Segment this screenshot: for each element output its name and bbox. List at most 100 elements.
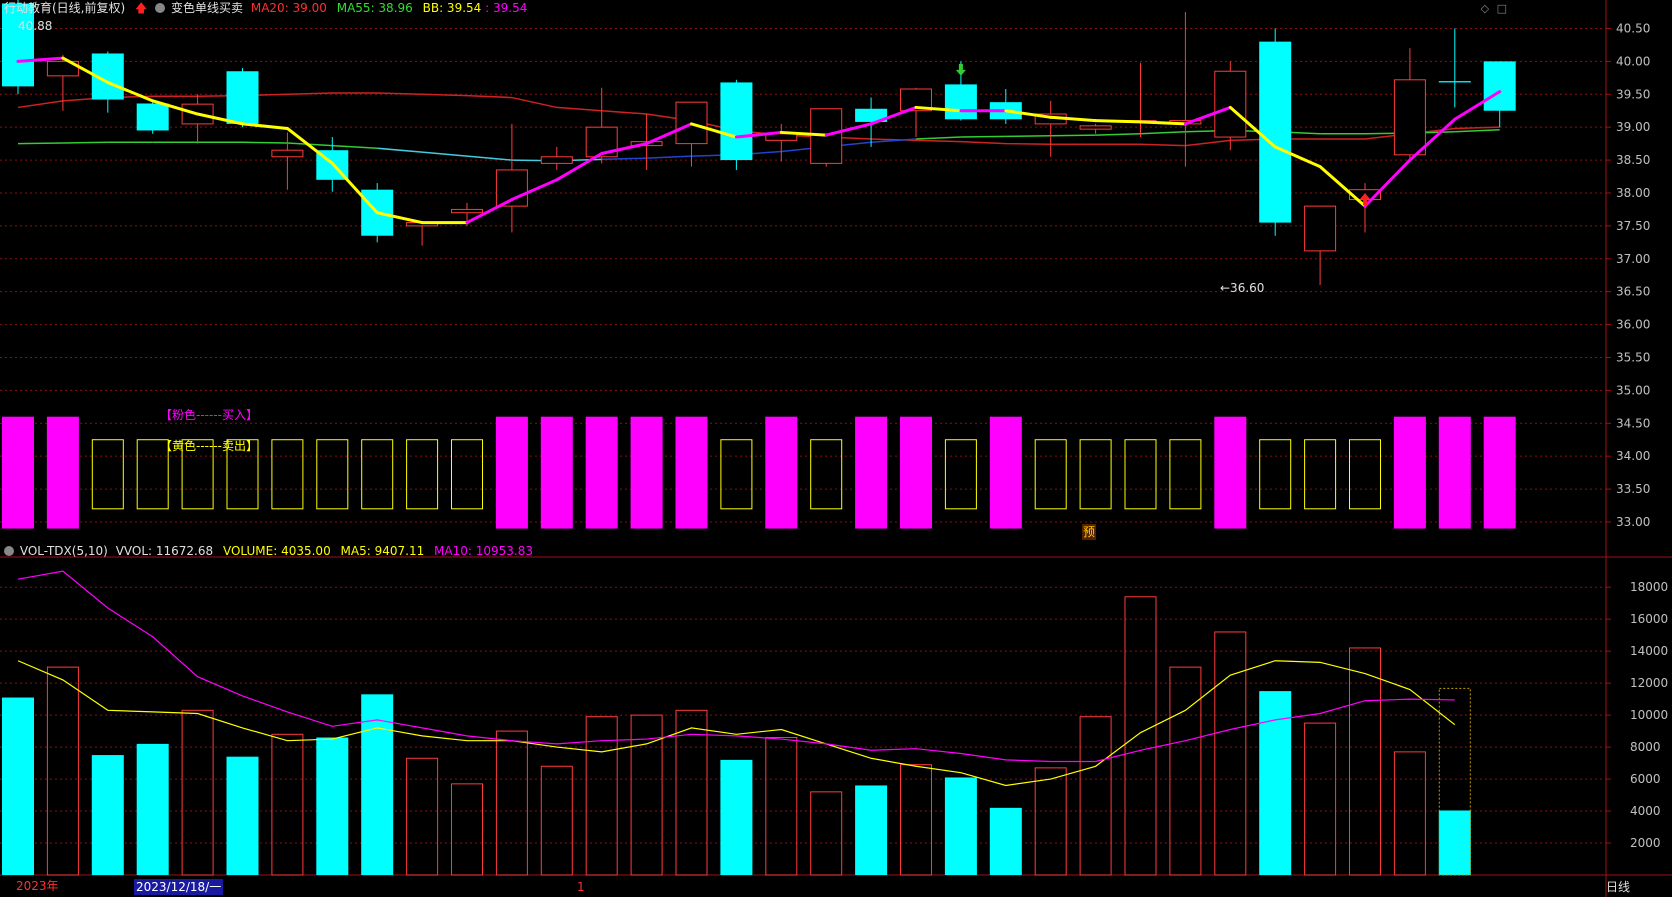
volume-bar-up[interactable] <box>1124 596 1157 876</box>
signal-bar-sell <box>361 439 394 510</box>
volume-value: VOLUME: 4035.00 <box>222 544 331 558</box>
ma55-segment <box>1095 133 1141 136</box>
pre-badge[interactable]: 预 <box>1082 524 1097 540</box>
legend-pink-buy: 【粉色------买入】 <box>160 407 258 423</box>
bb-segment <box>1139 120 1187 126</box>
volume-bar-up[interactable] <box>1304 722 1337 876</box>
ma55-segment <box>646 155 692 159</box>
candle-body-up[interactable] <box>1304 205 1337 252</box>
bb-segment <box>1094 119 1142 124</box>
signal-bar-sell <box>451 439 483 510</box>
volume-bar-down[interactable] <box>91 755 124 875</box>
candle-body-up[interactable] <box>1079 125 1112 130</box>
volume-bar-down[interactable] <box>316 737 349 875</box>
pre-badge-text: 预 <box>1083 525 1096 539</box>
price-tick-label: 38.50 <box>1616 153 1650 167</box>
dropdown-circle-icon[interactable] <box>155 3 166 13</box>
price-tick-label: 33.00 <box>1616 515 1650 529</box>
ma55-segment <box>1140 131 1186 135</box>
signal-bar-sell <box>316 439 349 510</box>
price-tick-label: 36.00 <box>1616 318 1650 332</box>
high-marker-text: 40.88 <box>18 19 53 33</box>
volume-bar-up[interactable] <box>900 764 932 876</box>
candle-body-up[interactable] <box>540 156 573 164</box>
candle-body-down[interactable] <box>226 71 259 124</box>
volume-bar-up[interactable] <box>1349 647 1381 876</box>
volume-bar-up[interactable] <box>810 791 843 876</box>
price-panel[interactable] <box>2 0 1516 286</box>
bb-value-secondary: : 39.54 <box>485 1 528 15</box>
ma55-segment <box>422 151 468 157</box>
candle-body-up[interactable] <box>451 208 483 214</box>
volume-bar-up[interactable] <box>495 730 528 876</box>
candle-body-down[interactable] <box>1259 41 1292 223</box>
price-tick-label: 33.50 <box>1616 482 1650 496</box>
candle-body-down[interactable] <box>1483 61 1516 111</box>
period-label[interactable]: 日线 <box>1606 879 1630 895</box>
volume-bar-up[interactable] <box>1079 716 1112 876</box>
bb-value: BB: 39.54 <box>422 1 482 15</box>
candle-body-up[interactable] <box>271 149 304 158</box>
volume-bar-up[interactable] <box>1169 666 1202 876</box>
candle-body-down[interactable] <box>136 103 169 131</box>
ma55-segment <box>1454 129 1500 133</box>
volume-bar-down[interactable] <box>136 743 169 875</box>
price-tick-label: 36.50 <box>1616 285 1650 299</box>
volume-bar-up[interactable] <box>765 736 798 876</box>
diamond-icon[interactable]: ◇ <box>1481 2 1489 15</box>
volume-bar-up[interactable] <box>1214 631 1247 876</box>
volume-bar-down[interactable] <box>989 807 1022 875</box>
legend-yellow-sell: 【黄色------卖出】 <box>160 438 258 454</box>
volume-bar-down[interactable] <box>2 697 34 875</box>
candle-body-down[interactable] <box>944 84 977 120</box>
volume-bar-down[interactable] <box>226 756 259 875</box>
volume-bar-up[interactable] <box>1393 751 1426 876</box>
ma55-segment <box>466 155 512 161</box>
volume-tick-label: 4000 <box>1630 804 1661 818</box>
signal-bar-sell <box>1079 439 1112 510</box>
candle-body-down[interactable] <box>720 82 753 161</box>
volume-header: VOL-TDX(5,10) VVOL: 11672.68 VOLUME: 403… <box>4 543 533 559</box>
y-axes: 33.00 33.50 34.00 34.50 35.00 35.50 36.00 36.50… <box>1606 21 1668 850</box>
vol-indicator-name[interactable]: VOL-TDX(5,10) <box>20 544 108 558</box>
signal-bar-buy <box>630 416 663 529</box>
volume-bar-down[interactable] <box>1438 810 1471 875</box>
ma55-segment <box>601 157 647 161</box>
signal-bar-buy <box>855 416 888 529</box>
volume-bar-up[interactable] <box>46 666 79 876</box>
dropdown-circle-icon[interactable] <box>4 546 14 556</box>
indicator-name[interactable]: 变色单线买卖 <box>171 1 243 15</box>
signal-bar-sell <box>944 439 977 510</box>
vol-ma10-line <box>17 570 1455 763</box>
signal-bar-sell <box>91 439 124 510</box>
volume-bar-down[interactable] <box>855 785 888 875</box>
square-icon[interactable]: □ <box>1497 2 1507 15</box>
signal-bar-buy <box>900 416 932 529</box>
volume-bar-down[interactable] <box>720 759 753 875</box>
volume-panel[interactable] <box>2 570 1471 876</box>
bb-segment <box>241 122 289 130</box>
volume-bar-up[interactable] <box>540 765 573 876</box>
volume-tick-label: 8000 <box>1630 740 1661 754</box>
signal-bar-buy <box>540 416 573 529</box>
volume-bar-up[interactable] <box>181 709 214 876</box>
volume-bar-up[interactable] <box>406 757 439 876</box>
candle-body-down[interactable] <box>1438 81 1471 83</box>
low-price-marker: ←36.60 <box>1220 280 1264 296</box>
volume-bar-up[interactable] <box>271 733 304 876</box>
price-tick-label: 34.00 <box>1616 449 1650 463</box>
bb-segment <box>1318 165 1367 208</box>
high-price-marker: 40.88 <box>18 18 52 34</box>
price-tick-label: 37.00 <box>1616 252 1650 266</box>
price-tick-label: 40.00 <box>1616 54 1650 68</box>
candle-body-up[interactable] <box>1393 79 1426 156</box>
ma55-segment <box>332 144 378 149</box>
stock-title[interactable]: 行动教育(日线,前复权) <box>4 1 125 15</box>
sell-arrow-icon <box>955 63 966 76</box>
signal-bar-sell <box>406 439 439 510</box>
candle-body-up[interactable] <box>1214 70 1247 138</box>
volume-bar-up[interactable] <box>451 783 483 876</box>
volume-bar-up[interactable] <box>1034 767 1067 876</box>
bb-segment <box>1363 158 1412 208</box>
volume-bar-down[interactable] <box>944 777 977 875</box>
